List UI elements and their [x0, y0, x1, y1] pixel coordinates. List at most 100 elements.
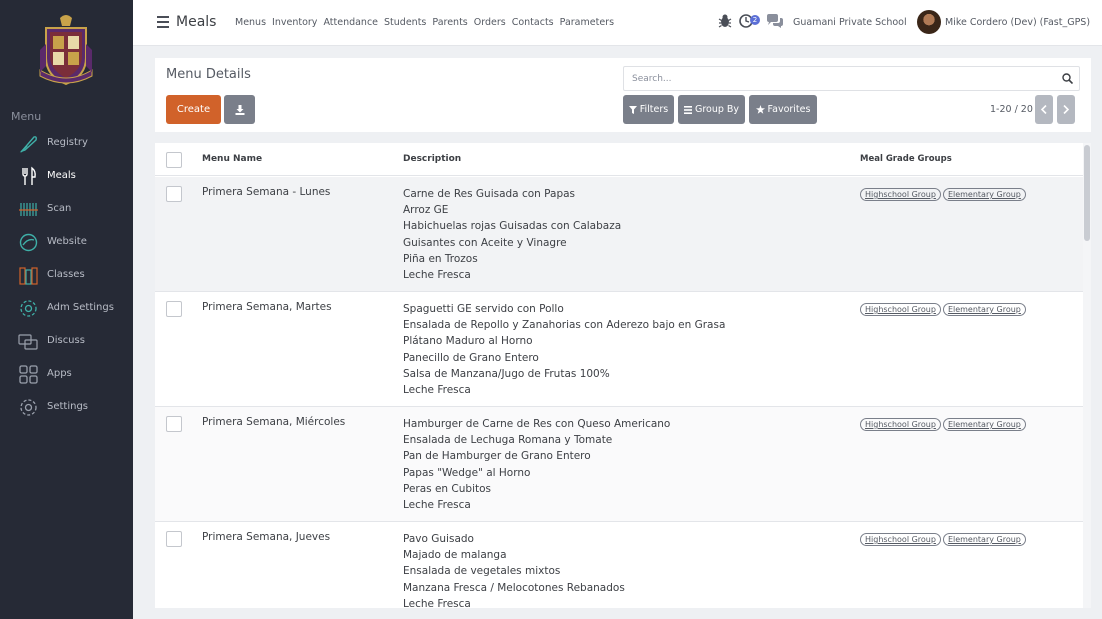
row-checkbox[interactable] [166, 531, 182, 547]
description-line: Plátano Maduro al Horno [403, 335, 533, 348]
column-header-menu-name[interactable]: Menu Name [202, 154, 262, 164]
list-icon [683, 105, 692, 114]
tag-highschool-group[interactable]: Highschool Group [860, 303, 941, 316]
menu-description: Carne de Res Guisada con Papas Arroz GE … [403, 186, 621, 283]
sidebar-item-label: Scan [47, 203, 72, 214]
tag-elementary-group[interactable]: Elementary Group [942, 188, 1026, 201]
favorites-button[interactable]: Favorites [749, 95, 817, 124]
menu-name: Primera Semana - Lunes [202, 186, 331, 198]
grid-icon [19, 365, 38, 384]
group-by-button[interactable]: Group By [678, 95, 745, 124]
table-row[interactable]: Primera Semana - Lunes Carne de Res Guis… [155, 177, 1083, 292]
sidebar-item-scan[interactable]: Scan [0, 197, 133, 221]
sidebar-item-settings[interactable]: Settings [0, 395, 133, 419]
description-line: Peras en Cubitos [403, 482, 492, 495]
table-row[interactable]: Primera Semana, Miércoles Hamburger de C… [155, 407, 1083, 522]
feather-pen-icon [19, 136, 37, 153]
description-line: Leche Fresca [403, 269, 471, 282]
sidebar-item-discuss[interactable]: Discuss [0, 329, 133, 353]
sidebar-item-registry[interactable]: Registry [0, 131, 133, 155]
tag-highschool-group[interactable]: Highschool Group [860, 188, 941, 201]
filters-label: Filters [639, 104, 669, 115]
row-checkbox[interactable] [166, 186, 182, 202]
control-panel: Menu Details Create Filters Group By Fav… [155, 58, 1091, 132]
favorites-label: Favorites [767, 104, 811, 115]
nav-students[interactable]: Students [384, 17, 426, 28]
nav-parameters[interactable]: Parameters [560, 17, 614, 28]
nav-parents[interactable]: Parents [432, 17, 467, 28]
tag-highschool-group[interactable]: Highschool Group [860, 533, 941, 546]
grade-group-tags: Highschool Group Elementary Group [860, 303, 1026, 316]
tag-highschool-group[interactable]: Highschool Group [860, 418, 941, 431]
tag-elementary-group[interactable]: Elementary Group [942, 303, 1026, 316]
table-row[interactable]: Primera Semana, Martes Spaguetti GE serv… [155, 292, 1083, 407]
top-navbar: Meals Menus Inventory Attendance Student… [133, 0, 1102, 46]
sidebar-item-label: Meals [47, 170, 76, 181]
menu-heading: Menu [11, 110, 42, 123]
bug-icon[interactable] [718, 13, 732, 29]
row-checkbox[interactable] [166, 416, 182, 432]
vertical-scrollbar[interactable] [1083, 143, 1091, 608]
sidebar-item-meals[interactable]: Meals [0, 164, 133, 188]
menu-name: Primera Semana, Martes [202, 301, 332, 313]
description-line: Ensalada de Lechuga Romana y Tomate [403, 434, 613, 447]
tag-elementary-group[interactable]: Elementary Group [942, 533, 1026, 546]
star-icon [755, 105, 765, 114]
avatar[interactable] [917, 10, 941, 34]
description-line: Manzana Fresca / Melocotones Rebanados [403, 581, 625, 594]
description-line: Pavo Guisado [403, 533, 474, 545]
select-all-checkbox[interactable] [166, 152, 182, 168]
hamburger-menu-icon[interactable] [157, 16, 169, 28]
pager-next-button[interactable] [1057, 95, 1075, 124]
globe-icon [19, 233, 38, 252]
table-header: Menu Name Description Meal Grade Groups [155, 143, 1083, 176]
filters-button[interactable]: Filters [623, 95, 674, 124]
search-input[interactable] [632, 72, 1052, 86]
description-line: Leche Fresca [403, 384, 471, 397]
tag-elementary-group[interactable]: Elementary Group [942, 418, 1026, 431]
table-row[interactable]: Primera Semana, Jueves Pavo Guisado Maja… [155, 522, 1083, 608]
description-line: Ensalada de Repollo y Zanahorias con Ade… [403, 319, 726, 332]
group-by-label: Group By [694, 104, 740, 115]
sidebar-item-adm-settings[interactable]: Adm Settings [0, 296, 133, 320]
pager-previous-button[interactable] [1035, 95, 1053, 124]
column-header-meal-grade-groups[interactable]: Meal Grade Groups [860, 154, 952, 164]
description-line: Panecillo de Grano Entero [403, 351, 539, 364]
app-title[interactable]: Meals [176, 14, 216, 30]
chevron-left-icon [1041, 105, 1047, 114]
school-crest-logo[interactable] [36, 10, 96, 88]
sidebar-item-classes[interactable]: Classes [0, 263, 133, 287]
sidebar-item-label: Apps [47, 368, 72, 379]
search-icon[interactable] [1062, 73, 1073, 84]
nav-contacts[interactable]: Contacts [512, 17, 554, 28]
chat-bubbles-icon[interactable] [766, 13, 784, 29]
download-icon [235, 104, 244, 115]
sidebar-item-label: Website [47, 236, 87, 247]
pager-value[interactable]: 1-20 / 20 [990, 104, 1033, 115]
nav-menus[interactable]: Menus [235, 17, 266, 28]
description-line: Leche Fresca [403, 499, 471, 512]
nav-attendance[interactable]: Attendance [323, 17, 378, 28]
company-switcher[interactable]: Guamani Private School [793, 17, 907, 28]
scrollbar-thumb[interactable] [1084, 145, 1090, 241]
grade-group-tags: Highschool Group Elementary Group [860, 418, 1026, 431]
download-button[interactable] [224, 95, 255, 124]
nav-orders[interactable]: Orders [474, 17, 506, 28]
grade-group-tags: Highschool Group Elementary Group [860, 533, 1026, 546]
sidebar-item-label: Registry [47, 137, 88, 148]
fork-knife-icon [22, 166, 36, 185]
description-line: Salsa de Manzana/Jugo de Frutas 100% [403, 367, 610, 380]
create-button[interactable]: Create [166, 95, 221, 124]
sidebar: Menu Registry Meals Scan Website Classes… [0, 0, 133, 619]
sidebar-item-apps[interactable]: Apps [0, 362, 133, 386]
sidebar-item-label: Classes [47, 269, 85, 280]
gear-icon [20, 399, 37, 416]
description-line: Leche Fresca [403, 597, 471, 608]
list-view: Menu Name Description Meal Grade Groups … [155, 143, 1091, 608]
menu-description: Hamburger de Carne de Res con Queso Amer… [403, 416, 670, 513]
user-menu[interactable]: Mike Cordero (Dev) (Fast_GPS) [945, 17, 1090, 28]
nav-inventory[interactable]: Inventory [272, 17, 317, 28]
row-checkbox[interactable] [166, 301, 182, 317]
column-header-description[interactable]: Description [403, 154, 461, 164]
sidebar-item-website[interactable]: Website [0, 230, 133, 254]
